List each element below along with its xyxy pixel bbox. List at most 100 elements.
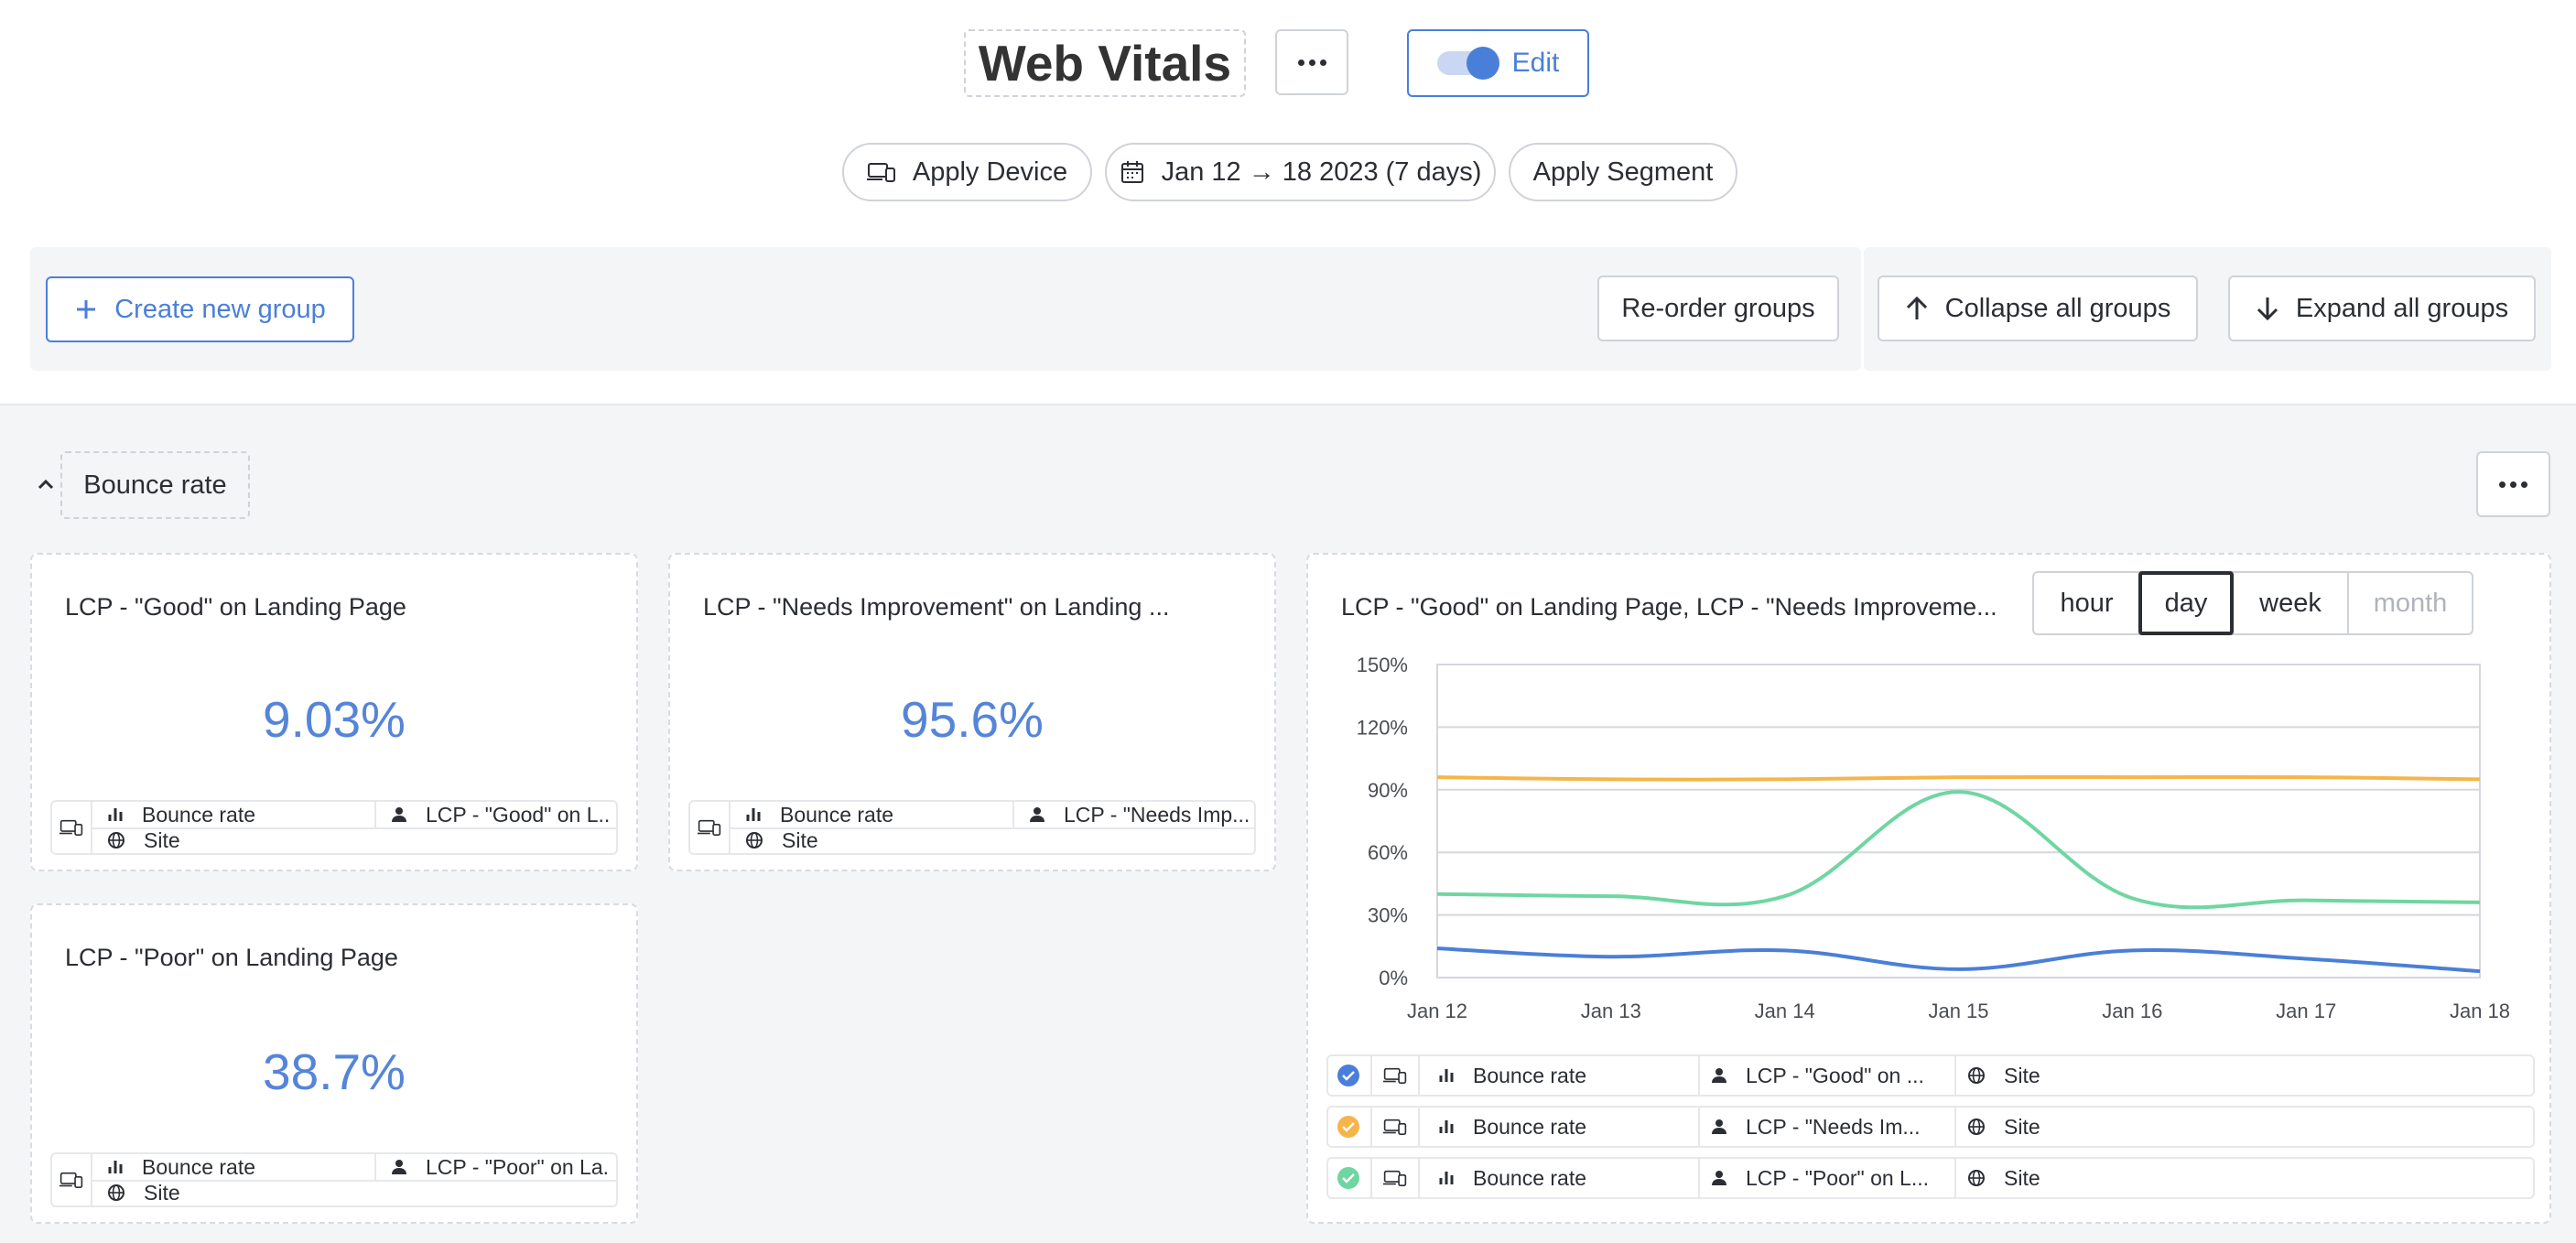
check-icon[interactable] — [1337, 1116, 1359, 1138]
create-new-group-button[interactable]: Create new group — [46, 276, 354, 342]
y-tick-label: 150% — [1357, 654, 1408, 676]
bar-chart-icon — [107, 806, 124, 823]
edit-toggle-button[interactable]: Edit — [1407, 29, 1589, 97]
arrow-up-icon — [1905, 296, 1929, 321]
date-range-label: Jan 12 → 18 2023 (7 days) — [1161, 157, 1482, 187]
edit-label: Edit — [1511, 48, 1560, 78]
card-title: LCP - "Poor" on Landing Page — [65, 944, 398, 971]
metric-value: 38.7% — [263, 1043, 406, 1100]
site-cell: Site — [107, 1180, 382, 1205]
device-cell — [698, 802, 725, 853]
apply-segment-button[interactable]: Apply Segment — [1509, 143, 1737, 201]
metric-card-needs-improvement[interactable]: LCP - "Needs Improvement" on Landing ...… — [668, 553, 1276, 871]
granularity-week[interactable]: week — [2234, 571, 2347, 635]
device-cell — [60, 1154, 87, 1205]
metric-card-good[interactable]: LCP - "Good" on Landing Page 9.03% Bounc… — [30, 553, 638, 871]
card-title: LCP - "Needs Improvement" on Landing ... — [703, 593, 1170, 621]
segment-name: LCP - "Poor" on La... — [426, 1154, 611, 1179]
bar-chart-icon — [1438, 1119, 1455, 1135]
group-name[interactable]: Bounce rate — [60, 451, 250, 519]
legend-row-good[interactable]: Bounce rate LCP - "Good" on ... Site — [1326, 1054, 2535, 1097]
metric-value: 95.6% — [901, 691, 1044, 748]
site-cell: Site — [745, 827, 1020, 853]
granularity-day[interactable]: day — [2138, 571, 2234, 635]
line-chart-card[interactable]: LCP - "Good" on Landing Page, LCP - "Nee… — [1306, 553, 2551, 1224]
legend-segment: LCP - "Good" on ... — [1746, 1063, 1924, 1087]
dashboard-more-button[interactable] — [1275, 29, 1348, 95]
check-icon[interactable] — [1337, 1167, 1359, 1189]
bar-chart-icon — [1438, 1170, 1455, 1186]
segment-cell: LCP - "Needs Imp... — [1029, 802, 1249, 827]
legend-site: Site — [2004, 1114, 2040, 1139]
group-collapse-chevron-icon[interactable] — [34, 472, 58, 496]
date-range-button[interactable]: Jan 12 → 18 2023 (7 days) — [1105, 143, 1496, 201]
apply-device-button[interactable]: Apply Device — [842, 143, 1092, 201]
device-cell — [60, 802, 87, 853]
metric-card-poor[interactable]: LCP - "Poor" on Landing Page 38.7% Bounc… — [30, 903, 638, 1224]
legend-row-poor[interactable]: Bounce rate LCP - "Poor" on L... Site — [1326, 1157, 2535, 1199]
user-icon — [1711, 1170, 1727, 1186]
devices-icon — [698, 818, 721, 837]
plus-icon — [74, 297, 98, 321]
granularity-hour[interactable]: hour — [2034, 571, 2139, 635]
y-tick-label: 30% — [1368, 904, 1408, 927]
site-name: Site — [144, 827, 180, 852]
more-icon — [1297, 59, 1326, 66]
legend-row-needs-improvement[interactable]: Bounce rate LCP - "Needs Im... Site — [1326, 1106, 2535, 1148]
legend-site: Site — [2004, 1063, 2040, 1087]
site-name: Site — [782, 827, 818, 852]
globe-icon — [1967, 1118, 1986, 1136]
series-line-1 — [1436, 774, 2481, 782]
reorder-groups-button[interactable]: Re-order groups — [1597, 276, 1839, 341]
globe-icon — [107, 1184, 125, 1202]
arrow-down-icon — [2256, 296, 2279, 321]
legend-metric: Bounce rate — [1473, 1165, 1587, 1190]
x-tick-label: Jan 17 — [2276, 1000, 2336, 1022]
user-icon — [1711, 1119, 1727, 1135]
bar-chart-icon — [107, 1159, 124, 1175]
card-title: LCP - "Good" on Landing Page — [65, 593, 406, 621]
expand-all-groups-label: Expand all groups — [2295, 293, 2509, 323]
y-tick-label: 60% — [1368, 841, 1408, 864]
line-chart: 0% 30% 60% 90% 120% 150% Jan 12 Jan 13 Jan 14 Jan… — [1357, 654, 2510, 1022]
granularity-month[interactable]: month — [2349, 571, 2472, 635]
expand-all-groups-button[interactable]: Expand all groups — [2228, 276, 2536, 341]
check-icon[interactable] — [1337, 1065, 1359, 1086]
metric-value: 9.03% — [263, 691, 406, 748]
card-metadata: Bounce rate LCP - "Needs Imp... Site — [688, 800, 1256, 855]
site-cell: Site — [107, 827, 382, 853]
y-tick-label: 0% — [1379, 967, 1408, 989]
metric-name: Bounce rate — [142, 802, 256, 827]
legend-segment: LCP - "Needs Im... — [1746, 1114, 1921, 1139]
devices-icon — [866, 161, 896, 183]
bar-chart-icon — [745, 806, 762, 823]
x-tick-label: Jan 15 — [1928, 1000, 1988, 1022]
dashboard-title[interactable]: Web Vitals — [964, 29, 1246, 97]
collapse-all-groups-button[interactable]: Collapse all groups — [1878, 276, 2198, 341]
globe-icon — [1967, 1169, 1986, 1187]
x-tick-label: Jan 18 — [2450, 1000, 2510, 1022]
x-tick-label: Jan 13 — [1581, 1000, 1641, 1022]
metric-cell: Bounce rate — [107, 802, 400, 827]
group-more-button[interactable] — [2476, 451, 2550, 517]
x-tick-label: Jan 12 — [1407, 1000, 1467, 1022]
segment-name: LCP - "Needs Imp... — [1064, 802, 1249, 827]
collapse-all-groups-label: Collapse all groups — [1944, 293, 2171, 323]
metric-name: Bounce rate — [142, 1154, 256, 1179]
segment-name: LCP - "Good" on L... — [426, 802, 611, 827]
user-icon — [1029, 806, 1045, 823]
globe-icon — [107, 831, 125, 849]
card-metadata: Bounce rate LCP - "Poor" on La... Site — [50, 1152, 618, 1207]
metric-name: Bounce rate — [780, 802, 894, 827]
devices-icon — [1383, 1169, 1407, 1187]
series-line-2 — [1436, 790, 2481, 910]
more-icon — [2499, 481, 2527, 488]
x-tick-label: Jan 16 — [2102, 1000, 2162, 1022]
user-icon — [1711, 1067, 1727, 1084]
legend-metric: Bounce rate — [1473, 1063, 1587, 1087]
apply-device-label: Apply Device — [912, 157, 1068, 187]
bar-chart-icon — [1438, 1067, 1455, 1084]
metric-cell: Bounce rate — [745, 802, 1038, 827]
segment-cell: LCP - "Poor" on La... — [391, 1154, 611, 1180]
segment-cell: LCP - "Good" on L... — [391, 802, 611, 827]
